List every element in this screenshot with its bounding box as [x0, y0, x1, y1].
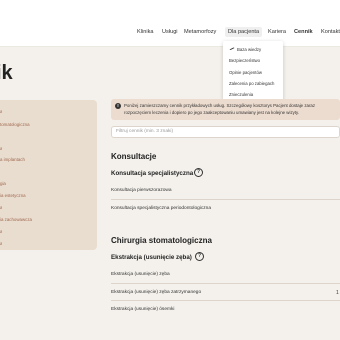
sidebar-item[interactable]: a — [0, 241, 2, 246]
dropdown-item-zalecenia[interactable]: Zalecenia po zabiegach — [229, 81, 274, 86]
sidebar-item[interactable]: ia zachowawcza — [0, 217, 32, 222]
info-icon: ! — [115, 103, 121, 109]
notice-line-2: rozpoczęciem leczenia i dopiero po jego … — [124, 110, 300, 115]
pen-icon — [229, 47, 235, 50]
dropdown-item-znieczulenia[interactable]: Znieczulenia — [229, 92, 253, 97]
sidebar-item[interactable]: a — [0, 109, 2, 114]
sidebar-item[interactable]: a — [0, 146, 2, 151]
nav-item-kontakt[interactable]: Kontakt — [321, 29, 340, 35]
section-title-konsultacje: Konsultacje — [111, 152, 157, 161]
subsection-title-konsultacja: Konsultacja specjalistyczna — [111, 170, 194, 177]
divider — [111, 283, 340, 284]
nav-item-kariera[interactable]: Kariera — [268, 29, 286, 35]
section-title-chirurgia: Chirurgia stomatologiczna — [111, 236, 212, 245]
divider — [111, 199, 340, 200]
price-filter-input[interactable]: Filtruj cennik (min. 3 znaki) — [111, 126, 340, 138]
divider — [111, 300, 340, 301]
price-notice: ! Poniżej zamieszczamy cennik przykładow… — [111, 99, 340, 120]
sidebar-item[interactable]: a implantach — [0, 157, 25, 162]
subsection-title-ekstrakcja: Ekstrakcja (usunięcie zęba) — [111, 254, 192, 261]
notice-line-1: Poniżej zamieszczamy cennik przykładowyc… — [124, 103, 316, 108]
nav-item-dla-pacjenta[interactable]: Dla pacjenta — [225, 27, 263, 37]
sidebar-item[interactable]: ia estetyczna — [0, 193, 26, 198]
category-sidebar: a tomatologiczna a a implantach gia ia e… — [0, 100, 97, 250]
sidebar-item[interactable]: tomatologiczna — [0, 122, 30, 127]
help-icon[interactable]: ? — [194, 168, 203, 177]
price-row: Ekstrakcja (usunięcie) zęba zatrzymanego — [111, 290, 202, 295]
price-value: 1 — [336, 290, 339, 296]
dla-pacjenta-dropdown: Baza wiedzy Bezpieczeństwo Opinie pacjen… — [223, 41, 283, 101]
top-navigation: Klinika Usługi Metamorfozy Dla pacjenta … — [0, 0, 340, 47]
price-row: Konsultacja pierwszorazowa — [111, 188, 172, 193]
nav-item-uslugi[interactable]: Usługi — [162, 29, 178, 35]
dropdown-item-bezpieczenstwo[interactable]: Bezpieczeństwo — [229, 58, 260, 63]
dropdown-item-baza-wiedzy[interactable]: Baza wiedzy — [237, 47, 261, 52]
sidebar-item[interactable]: gia — [0, 181, 6, 186]
nav-item-cennik[interactable]: Cennik — [294, 29, 313, 35]
sidebar-item[interactable]: a — [0, 229, 2, 234]
price-row: Ekstrakcja (usunięcie) ósemki — [111, 307, 175, 312]
notice-text: Poniżej zamieszczamy cennik przykładowyc… — [124, 102, 339, 116]
page-title: ik — [0, 62, 13, 84]
dropdown-item-opinie[interactable]: Opinie pacjentów — [229, 70, 262, 75]
nav-item-metamorfozy[interactable]: Metamorfozy — [184, 29, 216, 35]
price-row: Ekstrakcja (usunięcie) zęba — [111, 272, 170, 277]
search-placeholder: Filtruj cennik (min. 3 znaki) — [116, 129, 174, 134]
nav-item-klinika[interactable]: Klinika — [137, 29, 153, 35]
help-icon[interactable]: ? — [195, 252, 204, 261]
price-row: Konsultacja specjalistyczna periodontolo… — [111, 206, 211, 211]
sidebar-item[interactable]: a — [0, 205, 2, 210]
